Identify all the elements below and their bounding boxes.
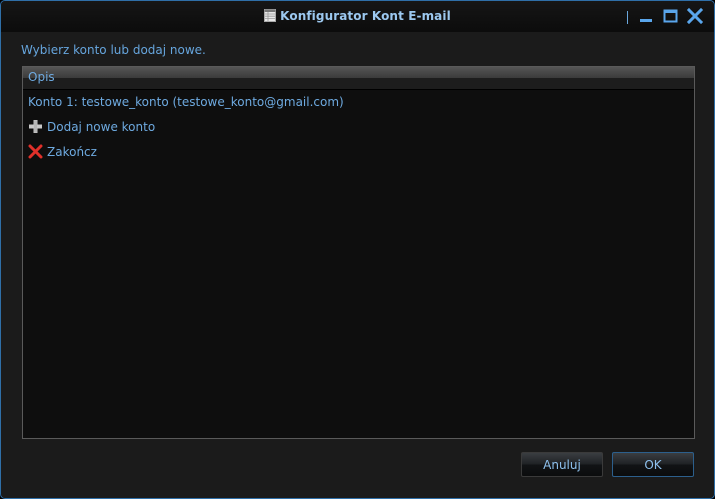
- list-item-label: Zakończ: [47, 145, 97, 159]
- account-list[interactable]: Opis Konto 1: testowe_konto (testowe_kon…: [22, 66, 695, 439]
- column-header-label: Opis: [28, 70, 55, 84]
- maximize-icon[interactable]: [662, 8, 679, 24]
- dialog-body: Wybierz konto lub dodaj nowe. Opis Konto…: [1, 32, 714, 498]
- list-item-add-account[interactable]: Dodaj nowe konto: [28, 117, 155, 137]
- minimize-icon[interactable]: [638, 8, 654, 24]
- title-bar-separator: [627, 11, 628, 24]
- title-bar[interactable]: Konfigurator Kont E-mail: [1, 1, 714, 32]
- red-x-icon: [28, 144, 43, 159]
- column-header-description[interactable]: Opis: [23, 67, 694, 90]
- close-icon[interactable]: [687, 8, 703, 24]
- list-item-account-1[interactable]: Konto 1: testowe_konto (testowe_konto@gm…: [28, 92, 344, 112]
- instruction-label: Wybierz konto lub dodaj nowe.: [21, 43, 206, 57]
- table-icon: [264, 9, 277, 22]
- list-item-label: Konto 1: testowe_konto (testowe_konto@gm…: [28, 95, 344, 109]
- plus-icon: [29, 120, 42, 133]
- email-config-window: Konfigurator Kont E-mail Wybierz konto l…: [0, 0, 715, 499]
- ok-button[interactable]: OK: [612, 452, 694, 477]
- cancel-button[interactable]: Anuluj: [521, 452, 603, 477]
- list-item-label: Dodaj nowe konto: [47, 120, 156, 134]
- window-title-text: Konfigurator Kont E-mail: [280, 9, 451, 23]
- window-title: Konfigurator Kont E-mail: [1, 9, 714, 23]
- list-item-exit[interactable]: Zakończ: [28, 142, 97, 162]
